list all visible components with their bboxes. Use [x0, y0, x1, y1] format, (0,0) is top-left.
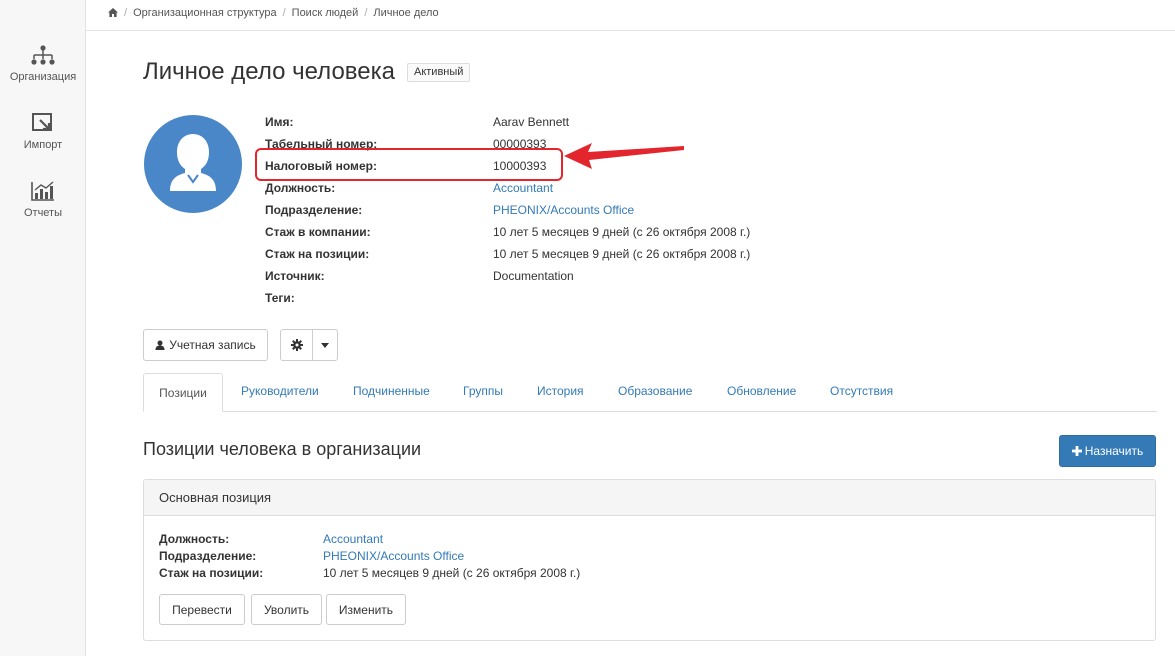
edit-button[interactable]: Изменить — [326, 594, 406, 625]
reports-icon — [31, 181, 54, 201]
sidebar-item-label: Организация — [9, 71, 77, 83]
tab-absences[interactable]: Отсутствия — [830, 384, 893, 398]
section-title: Позиции человека в организации — [143, 439, 422, 459]
panel-tenure-value: 10 лет 5 месяцев 9 дней (с 26 октября 20… — [323, 566, 581, 580]
sidebar-item-import[interactable]: Импорт — [0, 112, 86, 151]
sidebar: Организация Импорт Отчеты — [0, 0, 86, 656]
position-tenure-value: 10 лет 5 месяцев 9 дней (с 26 октября 20… — [493, 247, 751, 261]
panel-position-link[interactable]: Accountant — [323, 532, 383, 546]
user-silhouette-icon — [170, 134, 216, 191]
caret-down-icon — [321, 342, 329, 348]
source-value: Documentation — [493, 269, 574, 283]
tab-update[interactable]: Обновление — [727, 384, 796, 398]
sidebar-item-label: Отчеты — [23, 207, 63, 219]
source-label: Источник: — [265, 269, 325, 283]
transfer-button[interactable]: Перевести — [159, 594, 245, 625]
panel-department-label: Подразделение: — [159, 549, 257, 563]
user-icon — [155, 340, 165, 350]
department-label: Подразделение: — [265, 203, 363, 217]
name-value: Aarav Bennett — [493, 115, 570, 129]
org-structure-icon — [31, 45, 55, 65]
tags-label: Теги: — [265, 291, 295, 305]
panel-tenure-label: Стаж на позиции: — [159, 566, 264, 580]
sidebar-item-label: Импорт — [23, 139, 63, 151]
gear-icon — [290, 339, 303, 351]
panel-title: Основная позиция — [144, 480, 1155, 516]
dismiss-button[interactable]: Уволить — [251, 594, 322, 625]
tab-education[interactable]: Образование — [618, 384, 692, 398]
highlight-box — [255, 148, 563, 181]
name-label: Имя: — [265, 115, 294, 129]
settings-button[interactable] — [280, 329, 313, 361]
tab-groups[interactable]: Группы — [463, 384, 503, 398]
position-link[interactable]: Accountant — [493, 181, 553, 195]
tab-managers[interactable]: Руководители — [241, 384, 319, 398]
position-label: Должность: — [265, 181, 336, 195]
account-button[interactable]: Учетная запись — [143, 329, 268, 361]
panel-position-label: Должность: — [159, 532, 230, 546]
avatar — [144, 115, 242, 213]
tab-subordinates[interactable]: Подчиненные — [353, 384, 430, 398]
breadcrumb-item: Личное дело — [373, 7, 439, 19]
department-link[interactable]: PHEONIX/Accounts Office — [493, 203, 634, 217]
import-icon — [32, 113, 52, 131]
plus-icon — [1071, 446, 1082, 456]
company-tenure-value: 10 лет 5 месяцев 9 дней (с 26 октября 20… — [493, 225, 751, 239]
account-button-label: Учетная запись — [169, 338, 256, 352]
tab-history[interactable]: История — [537, 384, 584, 398]
status-badge: Активный — [407, 63, 471, 82]
breadcrumb-item[interactable]: Поиск людей — [292, 7, 359, 19]
breadcrumb-item[interactable]: Организационная структура — [133, 7, 277, 19]
company-tenure-label: Стаж в компании: — [265, 225, 371, 239]
panel-department-link[interactable]: PHEONIX/Accounts Office — [323, 549, 464, 563]
assign-button-label: Назначить — [1084, 444, 1144, 458]
sidebar-item-reports[interactable]: Отчеты — [0, 180, 86, 219]
page-title: Личное дело человека — [143, 58, 395, 85]
main-position-panel: Основная позиция Должность: Accountant П… — [143, 479, 1156, 641]
tab-positions[interactable]: Позиции — [143, 373, 223, 412]
position-tenure-label: Стаж на позиции: — [265, 247, 370, 261]
breadcrumb: / Организационная структура / Поиск людей / Л… — [86, 0, 1175, 31]
assign-button[interactable]: Назначить — [1059, 435, 1156, 467]
settings-dropdown-toggle[interactable] — [312, 329, 338, 361]
tabs-divider — [143, 411, 1157, 412]
annotation-arrow — [564, 143, 684, 169]
sidebar-item-organization[interactable]: Организация — [0, 44, 86, 83]
home-icon[interactable] — [108, 8, 118, 17]
